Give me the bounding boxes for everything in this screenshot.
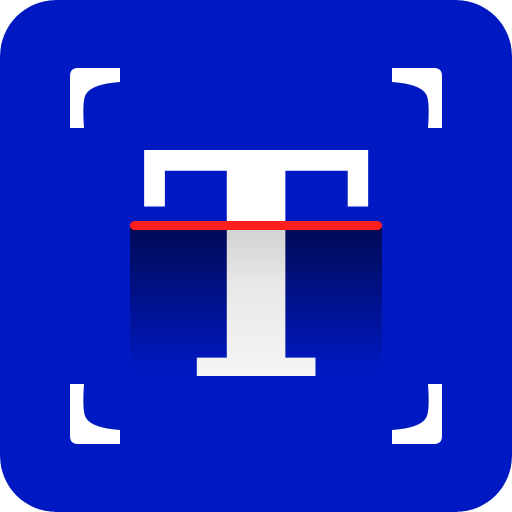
app-icon-artwork: T T (0, 0, 512, 512)
scan-line-icon (130, 221, 382, 230)
text-scanner-app-icon: T T (0, 0, 512, 512)
